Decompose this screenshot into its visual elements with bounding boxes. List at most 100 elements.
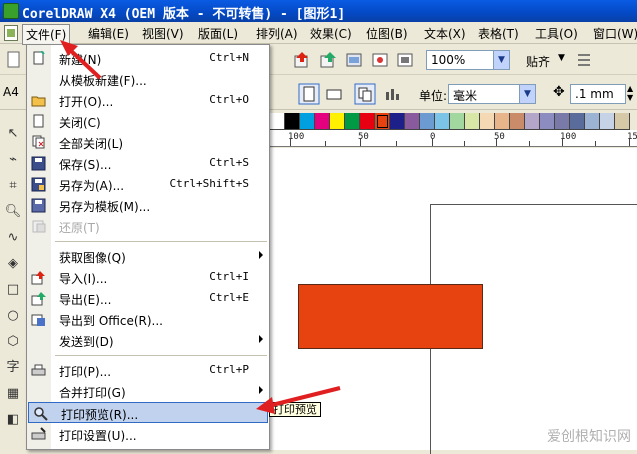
palette-swatch[interactable] [540, 113, 555, 130]
horizontal-ruler: 100 50 0 50 100 150 [270, 130, 637, 147]
menu-tools[interactable]: 工具(O) [535, 25, 578, 42]
palette-swatch[interactable] [390, 113, 405, 130]
file-menu-item[interactable]: 另存为(A)... Ctrl+Shift+S [27, 174, 269, 195]
menu-view[interactable]: 视图(V) [142, 25, 184, 42]
menu-bar: 文件(F) 编辑(E) 视图(V) 版面(L) 排列(A) 效果(C) 位图(B) 文本(X)… [0, 22, 637, 45]
options-icon[interactable] [574, 50, 594, 70]
palette-swatch[interactable] [480, 113, 495, 130]
landscape-icon[interactable] [324, 84, 344, 104]
document-icon[interactable] [4, 25, 18, 41]
palette-swatch[interactable] [435, 113, 450, 130]
file-menu-item[interactable]: 从模板新建(F)... [27, 69, 269, 90]
file-menu-item-label: 打印(P)... [59, 365, 112, 379]
palette-swatch[interactable] [345, 113, 360, 130]
menu-layout[interactable]: 版面(L) [198, 25, 238, 42]
file-menu-item[interactable]: 新建(N) Ctrl+N [27, 48, 269, 69]
print-preview-tooltip: 打印预览 [269, 402, 321, 417]
palette-swatch[interactable] [375, 113, 390, 130]
palette-swatch[interactable] [315, 113, 330, 130]
palette-swatch[interactable] [420, 113, 435, 130]
palette-swatch[interactable] [270, 113, 285, 130]
page-size-label[interactable]: A4 [3, 85, 19, 99]
file-menu-item[interactable]: 合并打印(G) [27, 381, 269, 402]
file-menu-item[interactable]: 保存(S)... Ctrl+S [27, 153, 269, 174]
menu-edit[interactable]: 编辑(E) [88, 25, 129, 42]
file-menu-item[interactable]: 打印(P)... Ctrl+P [27, 360, 269, 381]
menu-file[interactable]: 文件(F) [22, 24, 71, 45]
palette-swatch[interactable] [465, 113, 480, 130]
file-menu-item[interactable]: 打印预览(R)... [28, 402, 268, 423]
file-menu-item[interactable]: 全部关闭(L) [27, 132, 269, 153]
palette-swatch[interactable] [555, 113, 570, 130]
smart-fill-icon[interactable]: ◈ [4, 255, 22, 273]
units-select[interactable]: 毫米 ▼ [448, 84, 536, 104]
palette-swatch[interactable] [510, 113, 525, 130]
zoom-tool-icon[interactable]: 🔍︎ [4, 203, 22, 221]
palette-swatch[interactable] [570, 113, 585, 130]
menu-effects[interactable]: 效果(C) [310, 25, 352, 42]
palette-swatch[interactable] [600, 113, 615, 130]
file-menu-item-label: 从模板新建(F)... [59, 74, 147, 88]
palette-swatch[interactable] [450, 113, 465, 130]
nudge-distance-input[interactable]: .1 mm [570, 84, 626, 104]
interactive-tool-icon[interactable]: ◧ [4, 411, 22, 429]
chevron-down-icon[interactable]: ▼ [558, 53, 565, 63]
palette-swatch[interactable] [525, 113, 540, 130]
menu-table[interactable]: 表格(T) [478, 25, 519, 42]
file-menu-item-label: 另存为(A)... [59, 179, 125, 193]
zoom-level-select[interactable]: 100% ▼ [426, 50, 510, 70]
file-menu-item-label: 打开(O)... [59, 95, 114, 109]
portrait-icon[interactable] [298, 83, 320, 105]
file-menu-item[interactable]: 获取图像(Q) [27, 246, 269, 267]
menu-text[interactable]: 文本(X) [424, 25, 466, 42]
palette-swatch[interactable] [360, 113, 375, 130]
save-template-icon [31, 198, 46, 213]
menu-bitmaps[interactable]: 位图(B) [366, 25, 408, 42]
file-menu-item[interactable]: 另存为模板(M)... [27, 195, 269, 216]
menu-arrange[interactable]: 排列(A) [256, 25, 298, 42]
file-menu-item[interactable]: 打印设置(U)... [27, 424, 269, 445]
file-menu-item[interactable]: 导出(E)... Ctrl+E [27, 288, 269, 309]
spinner-icon[interactable]: ▲ ▼ [627, 84, 633, 102]
palette-swatch[interactable] [300, 113, 315, 130]
menu-window[interactable]: 窗口(W) [593, 25, 637, 42]
export-office-icon [31, 314, 45, 326]
new-icon[interactable] [4, 50, 24, 70]
shortcut-label: Ctrl+Shift+S [169, 177, 249, 190]
current-page-icon[interactable] [382, 84, 402, 104]
crop-tool-icon[interactable]: ⌗ [4, 177, 22, 195]
shape-tool-icon[interactable]: ⌁ [4, 151, 22, 169]
file-menu-item[interactable]: 关闭(C) [27, 111, 269, 132]
welcome-screen-icon[interactable] [370, 50, 390, 70]
file-menu-item[interactable]: 发送到(D) [27, 330, 269, 351]
freehand-tool-icon[interactable]: ∿ [4, 229, 22, 247]
file-menu-item[interactable]: 导入(I)... Ctrl+I [27, 267, 269, 288]
palette-swatch[interactable] [495, 113, 510, 130]
palette-swatch[interactable] [330, 113, 345, 130]
red-rectangle-shape[interactable] [298, 284, 483, 349]
export-icon[interactable] [318, 50, 338, 70]
pick-tool-icon[interactable]: ↖ [4, 125, 22, 143]
file-menu-item-label: 打印设置(U)... [59, 429, 137, 443]
rectangle-tool-icon[interactable]: □ [4, 281, 22, 299]
submenu-arrow-icon [259, 386, 263, 394]
coreldraw-app-icon[interactable] [3, 3, 19, 19]
snap-to-label[interactable]: 贴齐 [526, 53, 550, 70]
palette-swatch[interactable] [405, 113, 420, 130]
all-pages-icon[interactable] [354, 83, 376, 105]
palette-swatch[interactable] [585, 113, 600, 130]
corel-online-icon[interactable] [395, 50, 415, 70]
text-tool-icon[interactable]: 字 [4, 359, 22, 377]
table-tool-icon[interactable]: ▦ [4, 385, 22, 403]
import-icon[interactable] [292, 50, 312, 70]
ellipse-tool-icon[interactable]: ○ [4, 307, 22, 325]
palette-swatch[interactable] [615, 113, 630, 130]
shortcut-label: Ctrl+S [209, 156, 249, 169]
palette-swatch[interactable] [285, 113, 300, 130]
color-palette [270, 113, 630, 130]
application-launcher-icon[interactable] [344, 50, 364, 70]
file-menu-item[interactable]: 打开(O)... Ctrl+O [27, 90, 269, 111]
file-menu-item-label: 另存为模板(M)... [59, 200, 151, 214]
polygon-tool-icon[interactable]: ⬡ [4, 333, 22, 351]
file-menu-item[interactable]: 导出到 Office(R)... [27, 309, 269, 330]
